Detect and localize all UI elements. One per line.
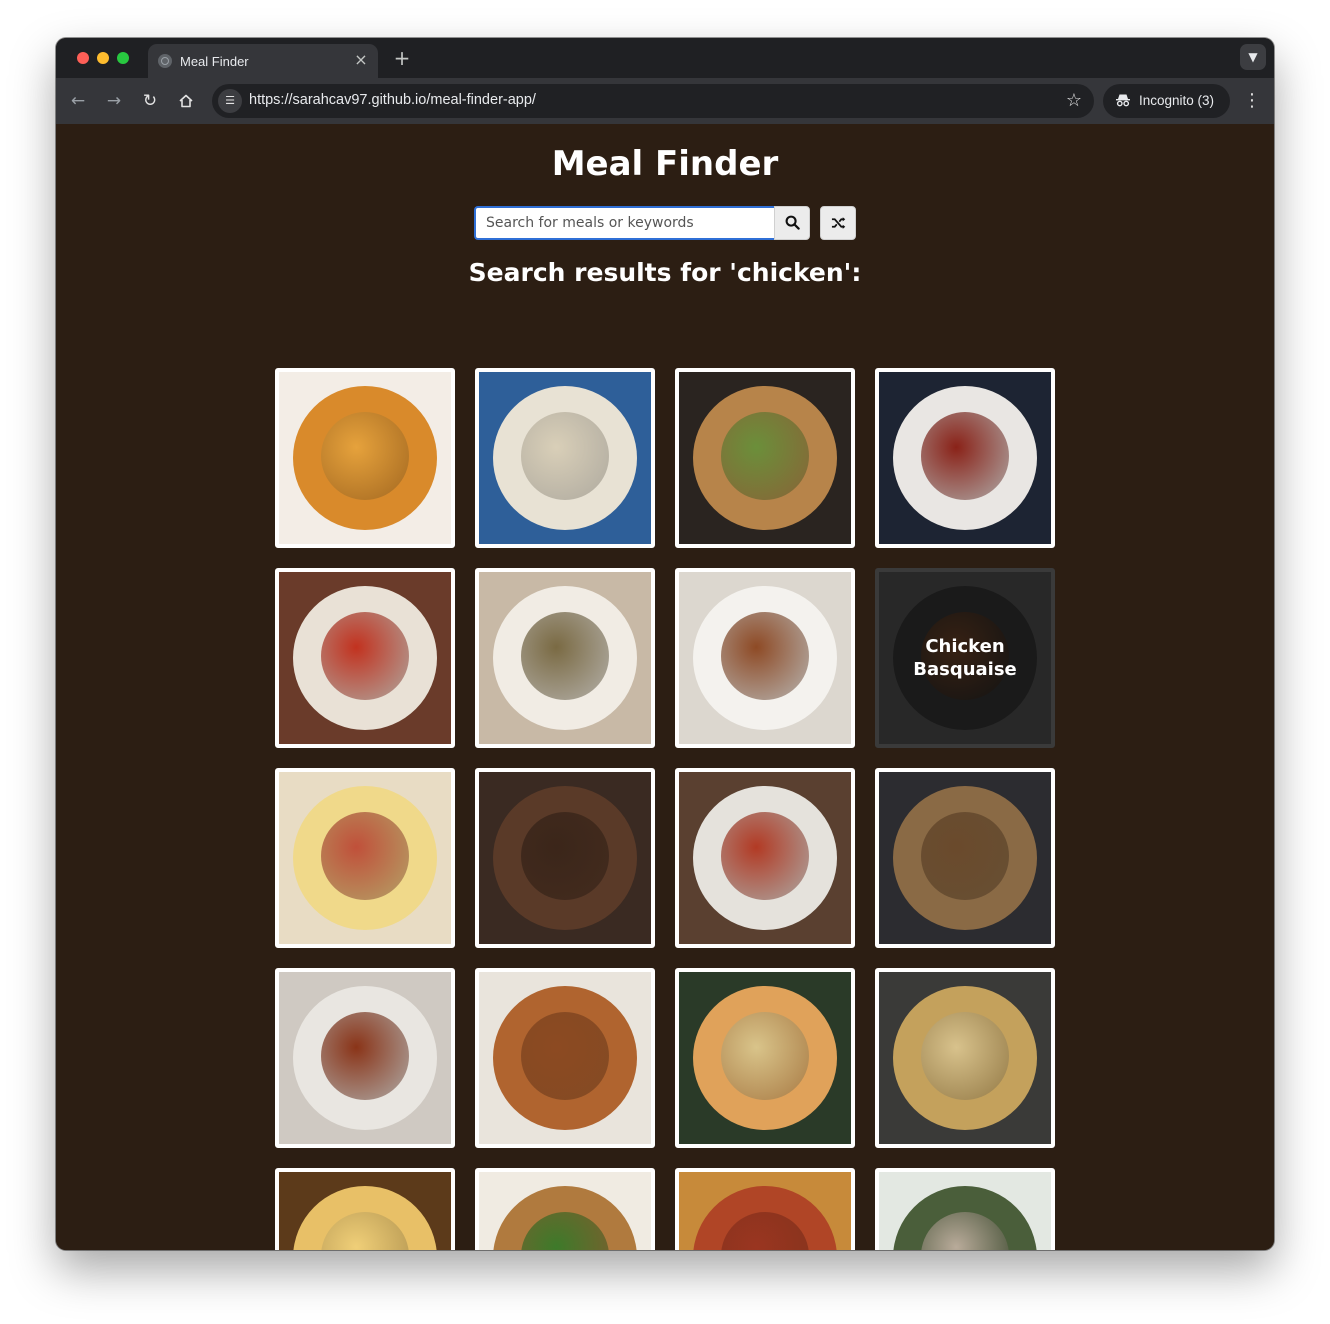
meal-card[interactable]: Chicken Basquaise — [875, 568, 1055, 748]
meal-finder-page: Meal Finder Search results for 'chicken'… — [56, 124, 1274, 1250]
meal-card[interactable] — [275, 1168, 455, 1250]
meal-card[interactable] — [475, 968, 655, 1148]
search-button[interactable] — [774, 206, 810, 240]
home-icon[interactable] — [174, 89, 198, 113]
reload-icon[interactable]: ↻ — [138, 89, 162, 113]
minimize-window-button[interactable] — [97, 52, 109, 64]
meal-card[interactable] — [475, 568, 655, 748]
incognito-label: Incognito (3) — [1139, 93, 1215, 108]
meal-name: Chicken Basquaise — [879, 572, 1051, 744]
address-bar[interactable]: ☰ https://sarahcav97.github.io/meal-find… — [212, 84, 1094, 118]
bookmark-star-icon[interactable]: ☆ — [1066, 90, 1082, 112]
meal-card[interactable] — [675, 568, 855, 748]
search-results-heading: Search results for 'chicken': — [468, 258, 862, 287]
back-arrow-icon[interactable]: ← — [66, 89, 90, 113]
incognito-badge[interactable]: Incognito (3) — [1103, 84, 1230, 118]
meal-card[interactable] — [675, 368, 855, 548]
meal-card[interactable] — [275, 968, 455, 1148]
meal-card[interactable] — [875, 1168, 1055, 1250]
meal-card[interactable] — [475, 768, 655, 948]
search-input[interactable] — [474, 206, 774, 240]
browser-toolbar: ← → ↻ ☰ https://sarahcav97.github.io/mea… — [56, 78, 1274, 124]
tab-strip: Meal Finder × + ▼ — [56, 38, 1274, 78]
meal-card[interactable] — [475, 1168, 655, 1250]
browser-window: Meal Finder × + ▼ ← → ↻ ☰ https://sarahc… — [56, 38, 1274, 1250]
new-tab-icon[interactable]: + — [390, 46, 414, 70]
more-menu-icon[interactable]: ⋮ — [1242, 89, 1262, 113]
meal-card[interactable] — [675, 1168, 855, 1250]
meal-card[interactable] — [275, 568, 455, 748]
random-meal-button[interactable] — [820, 206, 856, 240]
meal-card[interactable] — [875, 968, 1055, 1148]
meal-card[interactable] — [275, 368, 455, 548]
meal-card[interactable] — [875, 768, 1055, 948]
tab-title: Meal Finder — [180, 54, 249, 69]
forward-arrow-icon[interactable]: → — [102, 89, 126, 113]
zoom-window-button[interactable] — [117, 52, 129, 64]
url-text[interactable]: https://sarahcav97.github.io/meal-finder… — [249, 92, 536, 108]
meal-card[interactable] — [675, 768, 855, 948]
site-info-icon[interactable]: ☰ — [218, 89, 242, 113]
tab-meal-finder[interactable]: Meal Finder × — [148, 44, 378, 78]
meal-card[interactable] — [275, 768, 455, 948]
tab-search-chevron-icon[interactable]: ▼ — [1240, 44, 1266, 70]
shuffle-icon — [831, 217, 845, 229]
close-tab-icon[interactable]: × — [352, 51, 370, 69]
meal-card[interactable] — [675, 968, 855, 1148]
search-icon — [785, 215, 800, 230]
globe-icon — [158, 54, 172, 68]
page-title: Meal Finder — [551, 144, 779, 184]
close-window-button[interactable] — [77, 52, 89, 64]
incognito-icon — [1115, 92, 1131, 113]
meal-card[interactable] — [875, 368, 1055, 548]
meal-card[interactable] — [475, 368, 655, 548]
